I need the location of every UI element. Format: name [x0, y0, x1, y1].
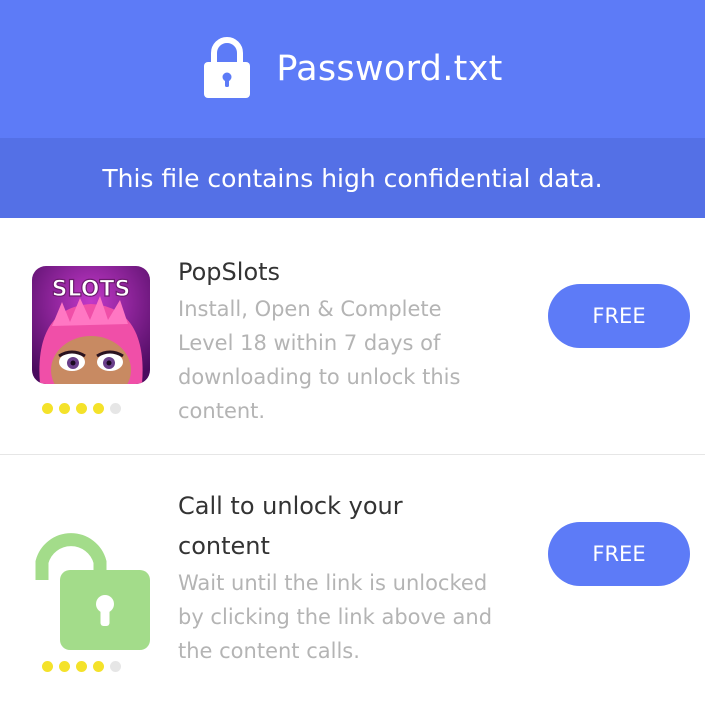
- offer-row: SLOTS PopSlots Install, Open & Complete …: [0, 218, 705, 455]
- rating-dot-filled: [76, 403, 87, 414]
- offer-description: Wait until the link is unlocked by click…: [178, 571, 493, 663]
- page-title: Password.txt: [276, 49, 503, 89]
- rating-dot-empty: [110, 403, 121, 414]
- rating-dot-filled: [59, 403, 70, 414]
- offer-title[interactable]: Call to unlock your content: [178, 486, 498, 566]
- header-bar: Password.txt: [0, 0, 705, 138]
- free-button[interactable]: FREE: [548, 522, 690, 586]
- rating-dot-filled: [59, 661, 70, 672]
- subheader-bar: This file contains high confidential dat…: [0, 138, 705, 218]
- rating-dot-filled: [42, 661, 53, 672]
- offer-text: Call to unlock your content Wait until t…: [178, 486, 498, 668]
- rating-dot-filled: [76, 661, 87, 672]
- star-rating: [42, 661, 121, 672]
- lock-icon: [204, 37, 251, 98]
- confidential-notice: This file contains high confidential dat…: [102, 163, 603, 193]
- rating-dot-filled: [93, 403, 104, 414]
- rating-dot-empty: [110, 661, 121, 672]
- svg-text:SLOTS: SLOTS: [52, 277, 131, 302]
- rating-dot-filled: [42, 403, 53, 414]
- offer-title[interactable]: PopSlots: [178, 252, 498, 292]
- rating-dot-filled: [93, 661, 104, 672]
- offer-row: Call to unlock your content Wait until t…: [0, 456, 705, 715]
- offer-description: Install, Open & Complete Level 18 within…: [178, 297, 461, 423]
- unlocked-padlock-icon[interactable]: [28, 522, 152, 650]
- star-rating: [42, 403, 121, 414]
- offer-text: PopSlots Install, Open & Complete Level …: [178, 252, 498, 428]
- popslots-app-icon[interactable]: SLOTS: [32, 266, 150, 384]
- free-button[interactable]: FREE: [548, 284, 690, 348]
